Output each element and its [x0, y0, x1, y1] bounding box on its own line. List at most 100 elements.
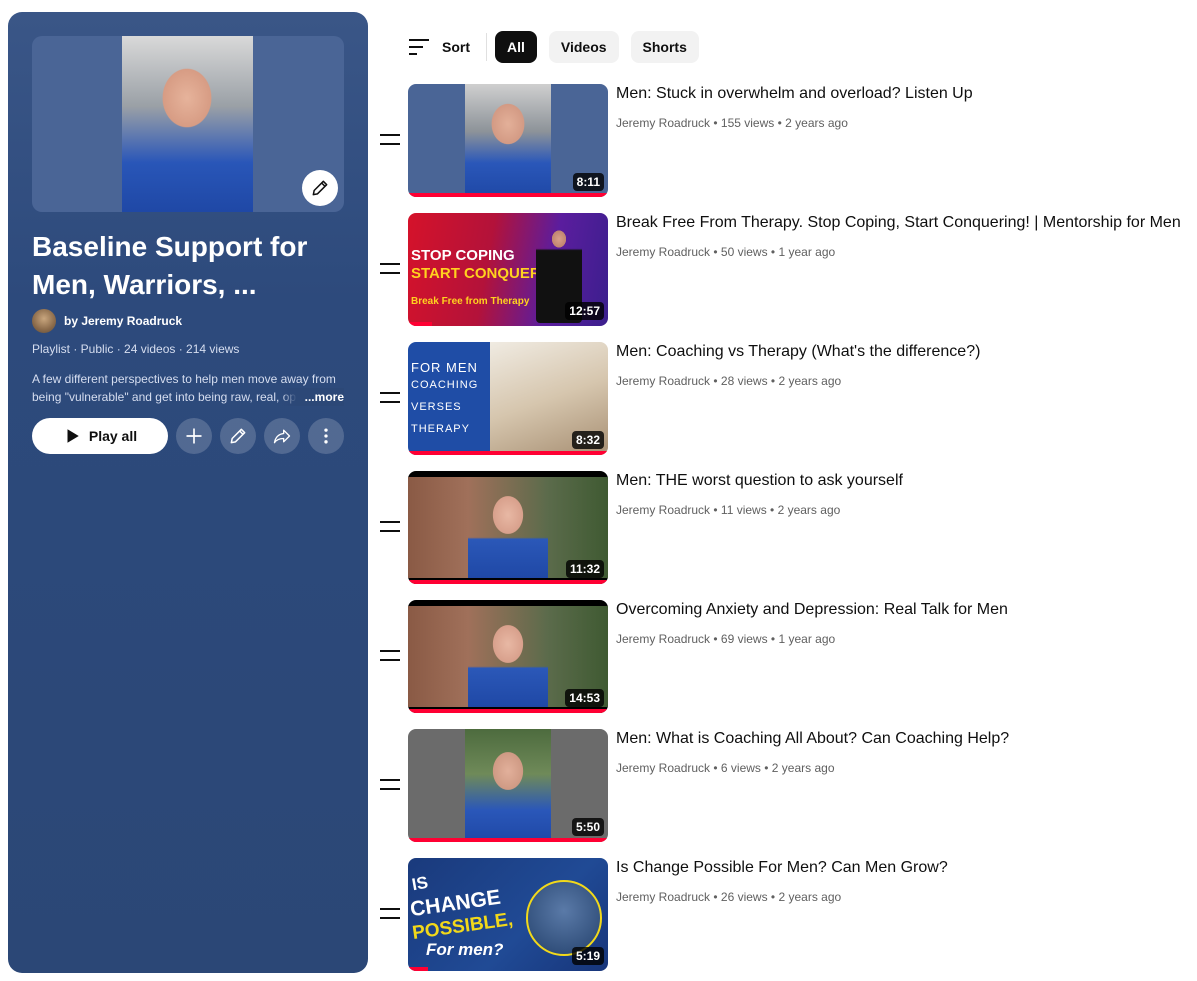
channel-name[interactable]: Jeremy Roadruck — [616, 632, 710, 646]
playlist-header-panel: Baseline Support for Men, Warriors, ... … — [8, 12, 368, 973]
video-meta: Jeremy Roadruck • 6 views • 2 years ago — [616, 761, 835, 775]
upload-age: 2 years ago — [771, 761, 835, 775]
video-title[interactable]: Overcoming Anxiety and Depression: Real … — [616, 601, 1008, 619]
view-count: 6 views — [720, 761, 761, 775]
video-title[interactable]: Break Free From Therapy. Stop Coping, St… — [616, 214, 1181, 232]
drag-handle-icon[interactable] — [380, 263, 400, 277]
video-thumbnail[interactable]: 5:50 — [408, 729, 608, 842]
video-title[interactable]: Men: THE worst question to ask yourself — [616, 472, 903, 490]
list-item[interactable]: 11:32 Men: THE worst question to ask you… — [378, 471, 1188, 584]
drag-handle-icon[interactable] — [380, 134, 400, 148]
duration-badge: 11:32 — [565, 560, 604, 578]
view-count: 50 views — [720, 245, 768, 259]
duration-badge: 8:11 — [572, 173, 604, 191]
pencil-icon — [230, 428, 246, 444]
drag-handle-icon[interactable] — [380, 908, 400, 922]
video-thumbnail[interactable]: STOP COPING START CONQUERING Break Free … — [408, 213, 608, 326]
thumbnail-text: Break Free from Therapy — [411, 296, 530, 307]
video-title[interactable]: Men: Coaching vs Therapy (What's the dif… — [616, 343, 980, 361]
view-count: 69 views — [720, 632, 768, 646]
video-thumbnail[interactable]: 8:11 — [408, 84, 608, 197]
thumbnail-text: VERSES — [411, 401, 462, 413]
view-count: 11 views — [720, 503, 767, 517]
video-thumbnail[interactable]: IS CHANGE POSSIBLE, For men? 5:19 — [408, 858, 608, 971]
play-all-button[interactable]: Play all — [32, 418, 168, 454]
video-meta: Jeremy Roadruck • 155 views • 2 years ag… — [616, 116, 848, 130]
sort-icon — [409, 39, 429, 55]
thumbnail-person — [468, 481, 548, 578]
channel-name[interactable]: Jeremy Roadruck — [616, 503, 710, 517]
video-meta: Jeremy Roadruck • 69 views • 1 year ago — [616, 632, 836, 646]
watch-progress — [408, 967, 428, 971]
view-count: 28 views — [720, 374, 768, 388]
more-vert-icon — [324, 428, 328, 444]
duration-badge: 12:57 — [565, 302, 604, 320]
share-button[interactable] — [264, 418, 300, 454]
owner-name[interactable]: by Jeremy Roadruck — [64, 314, 182, 328]
thumbnail-image — [526, 880, 602, 956]
edit-thumbnail-button[interactable] — [302, 170, 338, 206]
thumbnail-image — [465, 729, 551, 842]
video-meta: Jeremy Roadruck • 50 views • 1 year ago — [616, 245, 836, 259]
list-item[interactable]: 8:11 Men: Stuck in overwhelm and overloa… — [378, 84, 1188, 197]
list-item[interactable]: 14:53 Overcoming Anxiety and Depression:… — [378, 600, 1188, 713]
view-count: 26 views — [720, 890, 768, 904]
upload-age: 1 year ago — [778, 632, 836, 646]
chip-shorts[interactable]: Shorts — [630, 31, 699, 63]
add-videos-button[interactable] — [176, 418, 212, 454]
video-title[interactable]: Is Change Possible For Men? Can Men Grow… — [616, 859, 948, 877]
channel-name[interactable]: Jeremy Roadruck — [616, 761, 710, 775]
video-meta: Jeremy Roadruck • 11 views • 2 years ago — [616, 503, 841, 517]
channel-name[interactable]: Jeremy Roadruck — [616, 116, 710, 130]
video-title[interactable]: Men: Stuck in overwhelm and overload? Li… — [616, 85, 973, 103]
duration-badge: 5:50 — [571, 818, 604, 836]
thumbnail-image — [122, 36, 253, 212]
duration-badge: 8:32 — [571, 431, 604, 449]
drag-handle-icon[interactable] — [380, 392, 400, 406]
watch-progress — [408, 580, 608, 584]
more-link[interactable]: ...more — [280, 388, 344, 406]
drag-handle-icon[interactable] — [380, 521, 400, 535]
sort-button[interactable]: Sort — [408, 38, 486, 56]
avatar — [32, 309, 56, 333]
video-title[interactable]: Men: What is Coaching All About? Can Coa… — [616, 730, 1009, 748]
channel-name[interactable]: Jeremy Roadruck — [616, 374, 710, 388]
list-item[interactable]: STOP COPING START CONQUERING Break Free … — [378, 213, 1188, 326]
drag-handle-icon[interactable] — [380, 779, 400, 793]
channel-name[interactable]: Jeremy Roadruck — [616, 245, 710, 259]
playlist-thumbnail[interactable] — [32, 36, 344, 212]
play-icon — [67, 429, 79, 443]
watch-progress — [408, 322, 432, 326]
playlist-title: Baseline Support for Men, Warriors, ... — [32, 231, 308, 300]
playlist-owner[interactable]: by Jeremy Roadruck — [32, 309, 182, 333]
edit-playlist-button[interactable] — [220, 418, 256, 454]
upload-age: 1 year ago — [778, 245, 836, 259]
pencil-icon — [312, 180, 328, 196]
video-thumbnail[interactable]: 14:53 — [408, 600, 608, 713]
thumbnail-text: COACHING — [411, 379, 479, 391]
upload-age: 2 years ago — [785, 116, 848, 130]
chip-all[interactable]: All — [495, 31, 537, 63]
chip-videos[interactable]: Videos — [548, 31, 619, 63]
watch-progress — [408, 838, 608, 842]
duration-badge: 5:19 — [571, 947, 604, 965]
channel-name[interactable]: Jeremy Roadruck — [616, 890, 710, 904]
watch-progress — [408, 709, 608, 713]
video-thumbnail[interactable]: 11:32 — [408, 471, 608, 584]
list-item[interactable]: 5:50 Men: What is Coaching All About? Ca… — [378, 729, 1188, 842]
playlist-actions: Play all — [32, 418, 344, 454]
watch-progress — [408, 193, 608, 197]
divider — [486, 33, 487, 61]
drag-handle-icon[interactable] — [380, 650, 400, 664]
view-count: 155 views — [720, 116, 775, 130]
watch-progress — [408, 451, 608, 455]
sort-label: Sort — [442, 39, 470, 55]
plus-icon — [186, 428, 202, 444]
thumbnail-text: STOP COPING — [411, 247, 515, 264]
playlist-description: A few different perspectives to help men… — [32, 370, 348, 406]
more-actions-button[interactable] — [308, 418, 344, 454]
thumbnail-person — [468, 610, 548, 707]
list-item[interactable]: FOR MEN COACHING VERSES THERAPY 8:32 Men… — [378, 342, 1188, 455]
list-item[interactable]: IS CHANGE POSSIBLE, For men? 5:19 Is Cha… — [378, 858, 1188, 971]
video-thumbnail[interactable]: FOR MEN COACHING VERSES THERAPY 8:32 — [408, 342, 608, 455]
